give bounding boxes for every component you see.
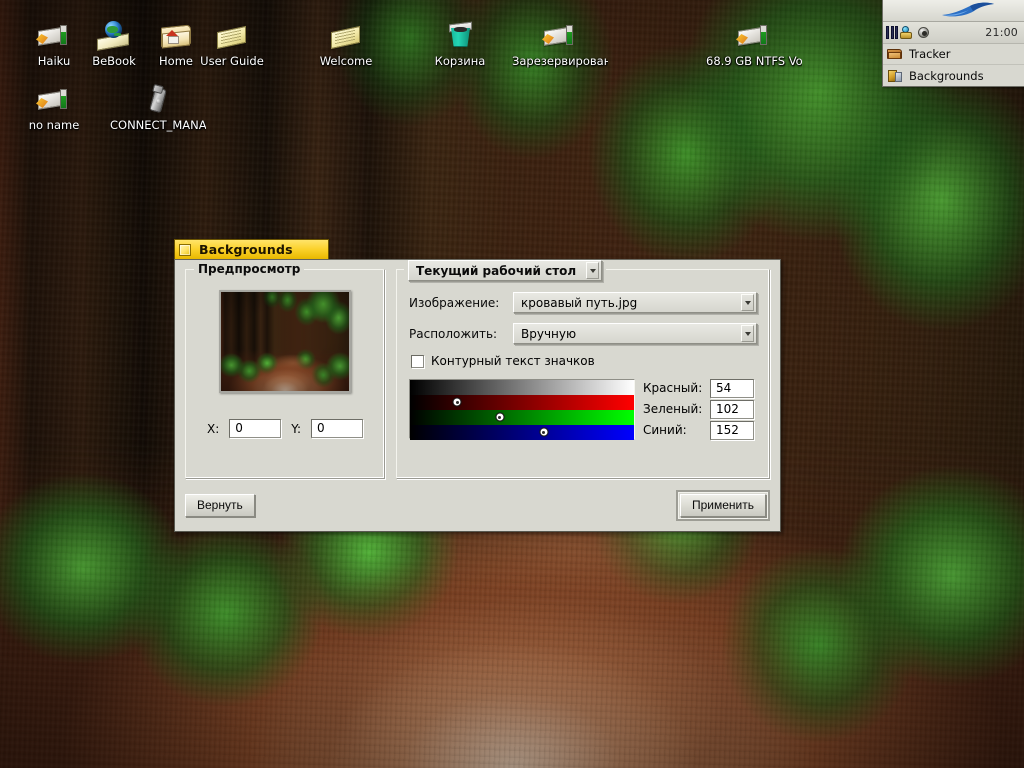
backgrounds-window[interactable]: Backgrounds Предпросмотр X: 0 Y: 0 Текущ…: [174, 239, 781, 532]
window-button-row: Вернуть Применить: [185, 490, 770, 521]
deskbar-item-label: Tracker: [909, 47, 951, 61]
document-icon[interactable]: [214, 20, 250, 52]
desktop-icon-label: CONNECT_MANAGER: [110, 119, 206, 132]
x-offset-label: X:: [206, 421, 220, 436]
red-label: Красный:: [643, 381, 703, 395]
desktop-icon-label: no name: [28, 119, 80, 132]
apply-button[interactable]: Применить: [679, 494, 766, 517]
outline-text-label: Контурный текст значков: [431, 354, 595, 368]
workspaces-icon[interactable]: [886, 26, 898, 39]
placement-label: Расположить:: [409, 326, 498, 341]
tray-icon-group[interactable]: [886, 25, 930, 40]
workspace-select[interactable]: Текущий рабочий стол: [408, 260, 603, 281]
chevron-down-icon[interactable]: [741, 294, 754, 311]
outline-text-row[interactable]: Контурный текст значков: [411, 354, 757, 368]
offset-controls: X: 0 Y: 0: [196, 419, 374, 438]
desktop-icon-8[interactable]: no name: [6, 84, 102, 136]
blue-label: Синий:: [643, 423, 687, 437]
desktop-icon-label: Корзина: [434, 55, 486, 68]
preview-vignette-layer: [221, 292, 349, 391]
deskbar-tray[interactable]: 21:00: [883, 22, 1024, 44]
network-status-icon[interactable]: [900, 25, 914, 40]
desktop-icon-label: Зарезервировано с...: [512, 55, 608, 68]
window-title: Backgrounds: [199, 242, 293, 257]
red-band[interactable]: [410, 395, 634, 410]
document-icon[interactable]: [328, 20, 364, 52]
green-slider-knob[interactable]: [495, 412, 505, 422]
color-picker: Красный: 54 Зеленый: 102 Синий: 152: [409, 378, 757, 440]
placement-select-value: Вручную: [521, 326, 577, 341]
bebook-icon[interactable]: [96, 20, 132, 52]
wallpaper-preview-thumbnail[interactable]: [219, 290, 351, 393]
rgb-value-fields: Красный: 54 Зеленый: 102 Синий: 152: [643, 378, 754, 440]
placement-row: Расположить: Вручную: [409, 323, 757, 344]
trash-icon[interactable]: [442, 20, 478, 52]
green-row: Зеленый: 102: [643, 399, 754, 419]
volume-icon[interactable]: [36, 84, 72, 116]
green-input[interactable]: 102: [710, 399, 754, 419]
desktop-icon-6[interactable]: Зарезервировано с...: [512, 20, 608, 72]
desktop-icon-5[interactable]: Корзина: [412, 20, 508, 72]
desktop-icon-label: 68.9 GB NTFS Volume: [706, 55, 802, 68]
preview-group-label: Предпросмотр: [194, 262, 305, 276]
red-input[interactable]: 54: [710, 378, 754, 398]
backgrounds-icon: [887, 68, 903, 84]
window-titlebar[interactable]: Backgrounds: [174, 239, 329, 259]
desktop-icon-label: Welcome: [319, 55, 373, 68]
volume-mute-icon[interactable]: [916, 26, 930, 40]
blue-band[interactable]: [410, 425, 634, 440]
blue-slider-knob[interactable]: [539, 427, 549, 437]
y-offset-input[interactable]: 0: [311, 419, 364, 438]
desktop-icon-4[interactable]: Welcome: [298, 20, 394, 72]
desktop-icon-3[interactable]: User Guide: [184, 20, 280, 72]
image-label: Изображение:: [409, 295, 500, 310]
close-box-icon[interactable]: [179, 243, 191, 256]
deskbar-item-backgrounds[interactable]: Backgrounds: [883, 65, 1024, 86]
preview-group-box: Предпросмотр X: 0 Y: 0: [185, 262, 385, 479]
workspace-select-value: Текущий рабочий стол: [416, 263, 577, 278]
chevron-down-icon[interactable]: [741, 325, 754, 342]
usb-drive-icon[interactable]: [140, 83, 176, 116]
green-label: Зеленый:: [643, 402, 703, 416]
haiku-leaf-logo-icon[interactable]: [940, 2, 996, 20]
volume-icon[interactable]: [542, 20, 578, 52]
image-select[interactable]: кровавый путь.jpg: [513, 292, 757, 313]
tracker-icon: [887, 46, 903, 62]
outline-text-checkbox[interactable]: [411, 354, 424, 368]
image-row: Изображение: кровавый путь.jpg: [409, 292, 757, 313]
blue-row: Синий: 152: [643, 420, 754, 440]
blue-input[interactable]: 152: [710, 420, 754, 440]
chevron-down-icon[interactable]: [586, 262, 600, 279]
desktop-icon-9[interactable]: CONNECT_MANAGER: [110, 83, 206, 136]
deskbar-item-label: Backgrounds: [909, 68, 984, 83]
workspace-menu-wrapper: Текущий рабочий стол: [404, 260, 607, 281]
red-slider-knob[interactable]: [452, 397, 462, 407]
volume-icon[interactable]: [736, 20, 772, 52]
gray-band[interactable]: [410, 380, 634, 395]
y-offset-label: Y:: [291, 421, 302, 436]
placement-select[interactable]: Вручную: [513, 323, 757, 344]
settings-group-box: Текущий рабочий стол Изображение: кровав…: [396, 260, 770, 479]
green-band[interactable]: [410, 410, 634, 425]
revert-button[interactable]: Вернуть: [185, 494, 255, 517]
deskbar-logo-area[interactable]: [883, 0, 1024, 22]
color-ramp[interactable]: [409, 379, 635, 440]
apply-button-default-frame: Применить: [675, 490, 770, 521]
desktop-icon-7[interactable]: 68.9 GB NTFS Volume: [706, 20, 802, 72]
desktop-icon-label: User Guide: [200, 55, 264, 68]
window-body: Предпросмотр X: 0 Y: 0 Текущий рабочий с…: [174, 259, 781, 532]
red-row: Красный: 54: [643, 378, 754, 398]
image-select-value: кровавый путь.jpg: [521, 295, 638, 310]
deskbar[interactable]: 21:00 Tracker Backgrounds: [882, 0, 1024, 87]
deskbar-clock[interactable]: 21:00: [985, 26, 1020, 39]
deskbar-item-tracker[interactable]: Tracker: [883, 44, 1024, 65]
x-offset-input[interactable]: 0: [229, 419, 282, 438]
